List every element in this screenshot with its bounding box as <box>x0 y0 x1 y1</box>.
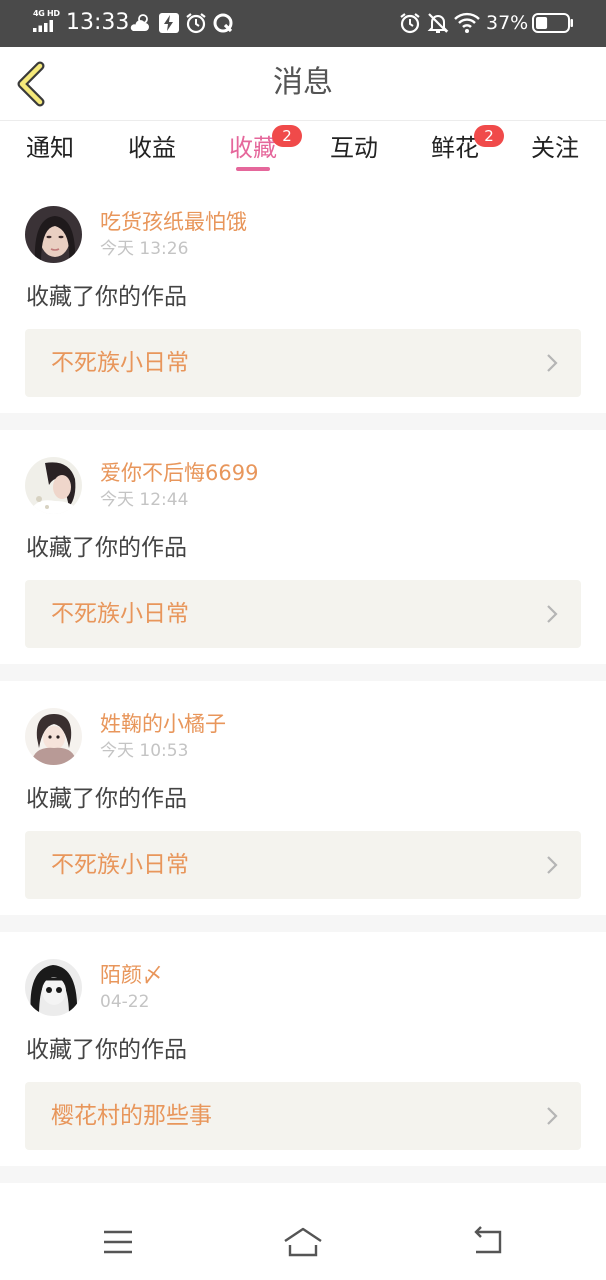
action-text: 收藏了你的作品 <box>26 1037 187 1063</box>
chevron-right-icon <box>547 1107 558 1125</box>
notification-list[interactable]: 吃货孩纸最怕饿 今天 13:26 收藏了你的作品 不死族小日常 爱你不后悔669… <box>0 179 606 1199</box>
tab-flowers[interactable]: 鲜花 2 <box>423 125 504 175</box>
home-icon[interactable] <box>281 1224 325 1260</box>
tab-badge: 2 <box>272 125 302 147</box>
list-item: 姓鞠的小橘子 今天 10:53 收藏了你的作品 不死族小日常 <box>0 681 606 915</box>
divider <box>0 664 606 681</box>
menu-icon[interactable] <box>96 1224 140 1260</box>
tab-badge: 2 <box>474 125 504 147</box>
divider <box>0 413 606 430</box>
avatar[interactable] <box>25 959 82 1016</box>
tab-label: 收藏 <box>229 134 277 162</box>
action-text: 收藏了你的作品 <box>26 535 187 561</box>
tab-label: 鲜花 <box>431 134 479 162</box>
network-type: 4G HD <box>33 9 60 18</box>
header: 消息 <box>0 47 606 121</box>
divider <box>0 915 606 932</box>
timestamp: 04-22 <box>100 992 150 1012</box>
avatar[interactable] <box>25 457 82 514</box>
clock: 13:33 <box>66 10 130 35</box>
signal-icon: 4G HD <box>33 9 61 33</box>
tab-earnings[interactable]: 收益 <box>120 131 184 175</box>
action-text: 收藏了你的作品 <box>26 786 187 812</box>
tab-interactions[interactable]: 互动 <box>322 131 386 175</box>
username[interactable]: 吃货孩纸最怕饿 <box>100 208 247 236</box>
tab-notify[interactable]: 通知 <box>18 131 82 175</box>
list-item: 陌颜〆 04-22 收藏了你的作品 樱花村的那些事 <box>0 932 606 1166</box>
action-text: 收藏了你的作品 <box>26 284 187 310</box>
battery-icon <box>532 13 573 33</box>
work-link[interactable]: 不死族小日常 <box>25 831 581 899</box>
active-tab-indicator <box>236 167 270 171</box>
work-title: 不死族小日常 <box>51 852 189 878</box>
work-title: 不死族小日常 <box>51 350 189 376</box>
flash-icon <box>159 13 179 33</box>
system-nav-bar <box>0 1199 606 1280</box>
status-bar: 4G HD 13:33 37% <box>0 0 606 47</box>
chevron-right-icon <box>547 856 558 874</box>
chevron-right-icon <box>547 354 558 372</box>
list-item: 爱你不后悔6699 今天 12:44 收藏了你的作品 不死族小日常 <box>0 430 606 664</box>
alarm-icon <box>186 13 206 34</box>
cloud-sun-icon <box>130 14 149 31</box>
alarm-icon <box>400 13 420 34</box>
q-app-icon <box>213 13 233 33</box>
tab-label: 通知 <box>26 134 74 162</box>
tab-follows[interactable]: 关注 <box>523 131 587 175</box>
tab-bar: 通知 收益 收藏 2 互动 鲜花 2 关注 <box>0 121 606 179</box>
username[interactable]: 爱你不后悔6699 <box>100 459 258 487</box>
timestamp: 今天 10:53 <box>100 741 189 761</box>
tab-label: 关注 <box>531 134 579 162</box>
battery-percent: 37% <box>486 12 529 34</box>
work-link[interactable]: 不死族小日常 <box>25 329 581 397</box>
work-link[interactable]: 不死族小日常 <box>25 580 581 648</box>
username[interactable]: 姓鞠的小橘子 <box>100 710 226 738</box>
back-icon[interactable] <box>466 1224 510 1260</box>
work-title: 不死族小日常 <box>51 601 189 627</box>
divider <box>0 1166 606 1183</box>
work-title: 樱花村的那些事 <box>51 1103 212 1129</box>
timestamp: 今天 12:44 <box>100 490 189 510</box>
avatar[interactable] <box>25 708 82 765</box>
tab-label: 收益 <box>128 134 176 162</box>
page-title: 消息 <box>273 65 333 100</box>
timestamp: 今天 13:26 <box>100 239 189 259</box>
chevron-right-icon <box>547 605 558 623</box>
tab-label: 互动 <box>330 134 378 162</box>
tab-favorites[interactable]: 收藏 2 <box>221 125 302 175</box>
work-link[interactable]: 樱花村的那些事 <box>25 1082 581 1150</box>
bell-off-icon <box>427 13 449 33</box>
wifi-icon <box>454 12 480 33</box>
username[interactable]: 陌颜〆 <box>100 961 163 989</box>
avatar[interactable] <box>25 206 82 263</box>
list-item: 吃货孩纸最怕饿 今天 13:26 收藏了你的作品 不死族小日常 <box>0 179 606 413</box>
